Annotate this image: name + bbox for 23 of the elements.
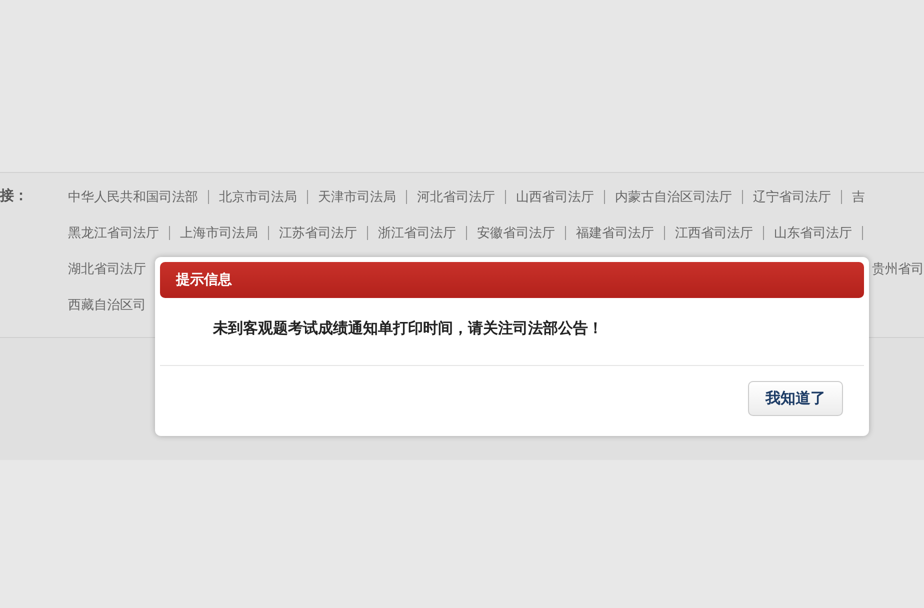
- dialog-title: 提示信息: [176, 271, 232, 289]
- agency-link[interactable]: 天津市司法局: [318, 189, 396, 205]
- agency-link[interactable]: 福建省司法厅: [576, 225, 654, 241]
- agency-link[interactable]: 河北省司法厅: [417, 189, 495, 205]
- agency-link[interactable]: 江苏省司法厅: [279, 225, 357, 241]
- agency-link[interactable]: 山东省司法厅: [774, 225, 852, 241]
- agency-link[interactable]: 辽宁省司法厅: [753, 189, 831, 205]
- agency-link[interactable]: 安徽省司法厅: [477, 225, 555, 241]
- agency-link[interactable]: 黑龙江省司法厅: [68, 225, 159, 241]
- agency-link[interactable]: 贵州省司: [872, 261, 924, 277]
- agency-link[interactable]: 内蒙古自治区司法厅: [615, 189, 732, 205]
- agency-link[interactable]: 湖北省司法厅: [68, 261, 146, 277]
- agency-link[interactable]: 北京市司法局: [219, 189, 297, 205]
- agency-link[interactable]: 山西省司法厅: [516, 189, 594, 205]
- agency-link[interactable]: 浙江省司法厅: [378, 225, 456, 241]
- agency-link[interactable]: 上海市司法局: [180, 225, 258, 241]
- agency-link[interactable]: 中华人民共和国司法部: [68, 189, 198, 205]
- agency-link[interactable]: 西藏自治区司: [68, 297, 146, 313]
- agency-link[interactable]: 江西省司法厅: [675, 225, 753, 241]
- dialog-message: 未到客观题考试成绩通知单打印时间，请关注司法部公告！: [213, 320, 603, 337]
- agency-link[interactable]: 吉: [852, 189, 865, 205]
- links-label: 接：: [0, 187, 28, 203]
- acknowledge-button[interactable]: 我知道了: [748, 381, 843, 416]
